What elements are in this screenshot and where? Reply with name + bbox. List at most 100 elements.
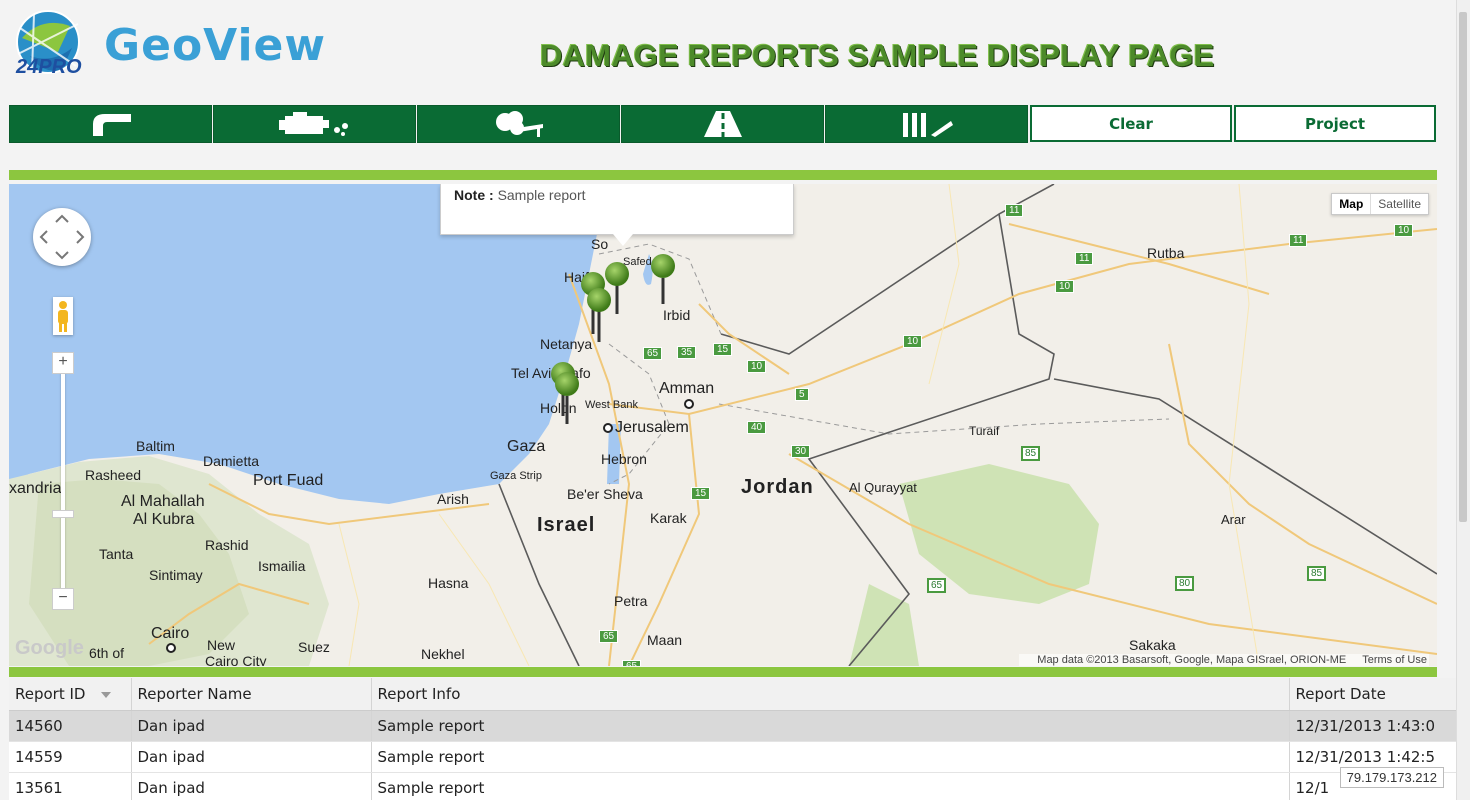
- column-header-report-info[interactable]: Report Info: [371, 678, 1290, 711]
- water-pipe-button[interactable]: [9, 105, 212, 143]
- map-label-so: So: [591, 236, 609, 252]
- fence-icon: [902, 113, 953, 137]
- info-window-tail: [613, 234, 633, 246]
- logo-text: GeoView: [104, 20, 327, 71]
- table-row[interactable]: 13561 Dan ipad Sample report 12/1: [9, 772, 1459, 800]
- divider-top: [9, 170, 1437, 180]
- table-row[interactable]: 14559 Dan ipad Sample report 12/31/2013 …: [9, 741, 1459, 773]
- zoom-slider-thumb[interactable]: [52, 510, 74, 518]
- road-shield: 30: [791, 445, 811, 458]
- map-label-baltim: Baltim: [136, 438, 175, 454]
- map-type-satellite-button[interactable]: Satellite: [1371, 194, 1428, 214]
- road-shield: 5: [795, 388, 809, 401]
- road-shield: 15: [713, 343, 733, 356]
- column-header-report-id[interactable]: Report ID: [9, 678, 132, 711]
- road-shield: 11: [1289, 234, 1308, 247]
- info-window: Note : Sample report: [440, 184, 794, 246]
- logo-badge: 24PRO: [16, 56, 82, 78]
- map-label-safed: Safed: [623, 256, 652, 268]
- map-label-alexandria: xandria: [9, 480, 62, 497]
- road-shield: 15: [691, 487, 711, 500]
- sort-arrow-icon: [101, 691, 112, 698]
- map-base: [9, 184, 1437, 666]
- column-header-report-date[interactable]: Report Date: [1289, 678, 1459, 711]
- map-data-credits: Map data ©2013 Basarsoft, Google, Mapa G…: [1037, 654, 1347, 666]
- tree-damage-icon: [495, 111, 543, 137]
- map-label-arar: Arar: [1221, 512, 1246, 527]
- map-label-ismailia: Ismailia: [258, 558, 306, 574]
- cell-report-info: Sample report: [371, 772, 1290, 800]
- scrollbar-thumb[interactable]: [1459, 12, 1467, 522]
- road-icon: [703, 111, 742, 137]
- cell-report-info: Sample report: [371, 741, 1290, 773]
- map-label-damietta: Damietta: [203, 453, 260, 469]
- google-logo[interactable]: Google: [15, 637, 84, 660]
- engine-button[interactable]: [213, 105, 416, 143]
- cell-report-id: 14560: [9, 710, 132, 742]
- map-type-control: Map Satellite: [1331, 193, 1429, 215]
- pan-arrows-icon: [39, 214, 85, 260]
- map-label-hebron: Hebron: [601, 451, 647, 467]
- info-window-value: Sample report: [497, 187, 586, 203]
- water-pipe-icon: [92, 114, 131, 136]
- road-shield: 40: [747, 421, 767, 434]
- pegman-icon: [58, 301, 68, 332]
- cell-reporter-name: Dan ipad: [131, 772, 372, 800]
- map-label-amman: Amman: [659, 380, 715, 397]
- road-shield: 11: [1075, 252, 1094, 265]
- map-label-hasna: Hasna: [428, 575, 469, 591]
- map-label-port-fuad: Port Fuad: [253, 472, 324, 489]
- engine-icon: [278, 112, 348, 136]
- terms-of-use-link[interactable]: Terms of Use: [1362, 654, 1427, 666]
- road-shield: 65: [927, 578, 947, 593]
- map-label-netanya: Netanya: [540, 336, 593, 352]
- map-label-gaza: Gaza: [507, 438, 546, 455]
- map-label-6th-of: 6th of: [89, 645, 125, 661]
- road-shield: 35: [677, 346, 697, 359]
- cell-report-id: 14559: [9, 741, 132, 773]
- road-shield: 10: [1055, 280, 1075, 293]
- clear-button[interactable]: Clear: [1030, 105, 1232, 142]
- cell-reporter-name: Dan ipad: [131, 741, 372, 773]
- map-label-irbid: Irbid: [663, 307, 691, 323]
- map-type-map-button[interactable]: Map: [1332, 194, 1372, 214]
- geoview-logo: 24PRO GeoView: [12, 8, 342, 84]
- map-label-gaza-strip: Gaza Strip: [490, 470, 542, 482]
- page-scrollbar[interactable]: [1456, 0, 1470, 800]
- map-label-israel: Israel: [537, 514, 596, 536]
- zoom-slider-track[interactable]: [61, 372, 65, 600]
- map-label-jordan: Jordan: [741, 476, 814, 498]
- pan-control[interactable]: [33, 208, 91, 266]
- road-shield: 11: [1005, 204, 1024, 217]
- road-button[interactable]: [621, 105, 824, 143]
- map-label-haifa: Haifa: [564, 269, 597, 285]
- divider-bottom: [9, 667, 1437, 677]
- zoom-in-button[interactable]: +: [52, 352, 74, 374]
- info-window-text: Note : Sample report: [454, 187, 586, 203]
- table-row[interactable]: 14560 Dan ipad Sample report 12/31/2013 …: [9, 710, 1459, 742]
- info-window-key: Note :: [454, 187, 494, 203]
- fence-button[interactable]: [825, 105, 1028, 143]
- map-label-jerusalem: Jerusalem: [615, 419, 689, 436]
- road-shield: 85: [1307, 566, 1327, 581]
- cell-report-date: 12/31/2013 1:43:0: [1289, 710, 1459, 742]
- map-canvas[interactable]: 11 11 10 11 10 10 10 5 15 35 65 30 40 15…: [9, 184, 1437, 666]
- tree-damage-button[interactable]: [417, 105, 620, 143]
- road-shield: 85: [1021, 446, 1041, 461]
- column-header-reporter-name[interactable]: Reporter Name: [131, 678, 372, 711]
- map-label-turaif: Turaif: [969, 424, 1000, 438]
- project-button[interactable]: Project: [1234, 105, 1436, 142]
- cell-report-id: 13561: [9, 772, 132, 800]
- map-label-rashid: Rashid: [205, 537, 249, 553]
- map-label-sakaka: Sakaka: [1129, 637, 1176, 653]
- map-label-al-qurayyat: Al Qurayyat: [849, 480, 917, 495]
- road-shield: 65: [643, 347, 663, 360]
- map-label-sintimay: Sintimay: [149, 567, 203, 583]
- map-label-tel-aviv: Tel Aviv-Yafo: [511, 365, 591, 381]
- map-label-cairo-city: Cairo City: [205, 653, 267, 666]
- toolbar: Clear Project: [9, 105, 1439, 143]
- ip-address-tooltip: 79.179.173.212: [1339, 767, 1444, 788]
- street-view-pegman[interactable]: [53, 297, 73, 335]
- cell-reporter-name: Dan ipad: [131, 710, 372, 742]
- zoom-out-button[interactable]: −: [52, 588, 74, 610]
